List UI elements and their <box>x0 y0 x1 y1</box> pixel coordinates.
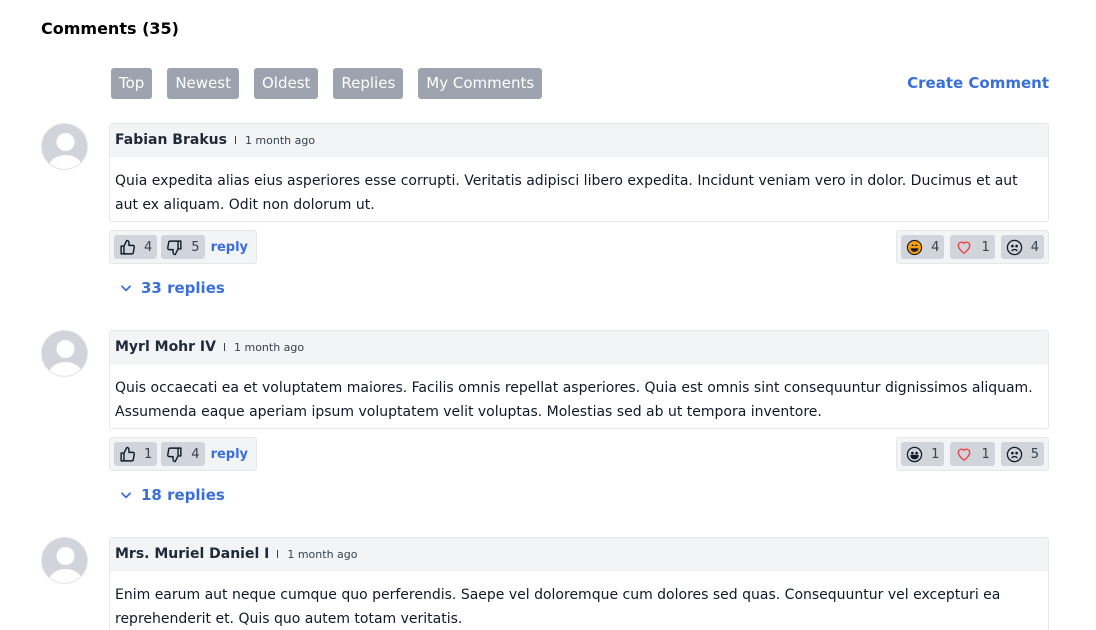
sad-face-icon <box>1006 446 1022 462</box>
avatar <box>41 330 88 377</box>
heart-icon <box>958 241 971 254</box>
reaction-laugh-count: 4 <box>931 239 940 255</box>
thumbs-down-icon <box>167 446 182 462</box>
header-separator <box>223 343 225 351</box>
comment-author[interactable]: Fabian Brakus <box>115 132 227 148</box>
thumbs-up-icon <box>120 446 135 462</box>
comment-timestamp: 1 month ago <box>287 547 358 561</box>
comment-card: Myrl Mohr IV 1 month ago Quis occaecati … <box>109 330 1049 429</box>
downvote-count: 4 <box>191 446 200 462</box>
reaction-sad-count: 5 <box>1030 446 1039 462</box>
header-separator <box>277 550 279 558</box>
filter-newest-button[interactable]: Newest <box>167 68 239 99</box>
upvote-count: 1 <box>144 446 153 462</box>
comment-timestamp: 1 month ago <box>233 340 305 354</box>
comment-card: Fabian Brakus 1 month ago Quia expedita … <box>109 123 1049 222</box>
comment-header: Myrl Mohr IV 1 month ago <box>110 331 1048 364</box>
filter-replies-button[interactable]: Replies <box>333 68 404 99</box>
comment-body: Enim earum aut neque cumque quo perferen… <box>115 587 1001 627</box>
create-comment-link[interactable]: Create Comment <box>907 74 1049 92</box>
upvote-count: 4 <box>144 239 153 255</box>
comment-body: Quia expedita alias eius asperiores esse… <box>115 173 1018 213</box>
upvote-button[interactable]: 1 <box>114 442 158 466</box>
reaction-heart-button[interactable]: 1 <box>950 442 995 466</box>
replies-count-label: 18 replies <box>141 486 225 504</box>
comments-title: Comments (35) <box>41 19 179 38</box>
reaction-sad-button[interactable]: 4 <box>1000 235 1044 259</box>
reaction-laugh-count: 1 <box>931 446 940 462</box>
avatar <box>41 123 88 170</box>
replies-count-label: 33 replies <box>141 279 225 297</box>
smile-emoji-icon <box>906 446 923 462</box>
filter-oldest-button[interactable]: Oldest <box>253 68 319 99</box>
avatar-silhouette-icon <box>42 538 87 583</box>
filter-my-comments-button[interactable]: My Comments <box>418 68 543 99</box>
downvote-button[interactable]: 5 <box>161 235 205 259</box>
reaction-laugh-button[interactable]: 4 <box>901 235 945 259</box>
comment-header: Mrs. Muriel Daniel I 1 month ago <box>110 538 1048 571</box>
avatar-silhouette-icon <box>42 331 87 376</box>
comment-header: Fabian Brakus 1 month ago <box>110 124 1048 157</box>
replies-toggle[interactable]: 18 replies <box>119 486 225 504</box>
reply-link[interactable]: reply <box>209 447 252 462</box>
chevron-down-icon <box>121 285 131 292</box>
comment-actions: 4 5 reply <box>109 230 258 264</box>
comment-author[interactable]: Mrs. Muriel Daniel I <box>115 546 269 562</box>
reaction-laugh-button[interactable]: 1 <box>901 442 945 466</box>
chevron-down-icon <box>121 492 131 499</box>
comment-card: Mrs. Muriel Daniel I 1 month ago Enim ea… <box>109 537 1049 630</box>
comment-author[interactable]: Myrl Mohr IV <box>115 339 216 355</box>
thumbs-up-icon <box>120 239 135 255</box>
downvote-button[interactable]: 4 <box>161 442 205 466</box>
comment-actions: 1 4 reply <box>109 437 258 471</box>
upvote-button[interactable]: 4 <box>114 235 158 259</box>
reaction-heart-count: 1 <box>981 239 990 255</box>
laugh-emoji-icon <box>907 239 923 255</box>
avatar-silhouette-icon <box>42 124 87 169</box>
comment-timestamp: 1 month ago <box>244 133 316 147</box>
reaction-bar: 1 1 5 <box>896 437 1049 471</box>
thumbs-down-icon <box>167 239 182 255</box>
reaction-sad-count: 4 <box>1030 239 1039 255</box>
sort-filter-bar: Top Newest Oldest Replies My Comments <box>111 68 543 99</box>
reaction-bar: 4 1 4 <box>896 230 1049 264</box>
header-separator <box>234 136 236 144</box>
reaction-sad-button[interactable]: 5 <box>1000 442 1044 466</box>
comment-body: Quis occaecati ea et voluptatem maiores.… <box>115 380 1033 420</box>
downvote-count: 5 <box>191 239 200 255</box>
avatar <box>41 537 88 584</box>
reaction-heart-count: 1 <box>981 446 990 462</box>
replies-toggle[interactable]: 33 replies <box>119 279 225 297</box>
filter-top-button[interactable]: Top <box>111 68 153 99</box>
reaction-heart-button[interactable]: 1 <box>950 235 995 259</box>
heart-icon <box>958 448 971 461</box>
reply-link[interactable]: reply <box>209 240 252 255</box>
sad-face-icon <box>1006 239 1022 255</box>
